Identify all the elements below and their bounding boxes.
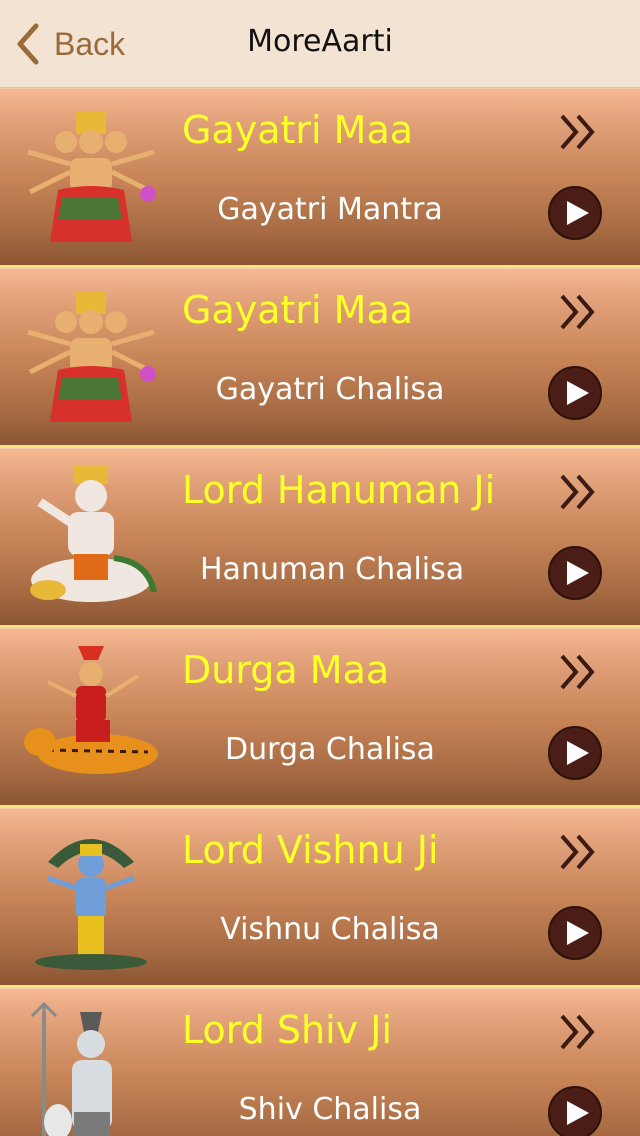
song-title: Hanuman Chalisa: [200, 552, 465, 587]
play-button[interactable]: [548, 186, 602, 240]
hanuman-image: [18, 462, 164, 612]
deity-name: Durga Maa: [182, 648, 390, 692]
double-chevron-right-icon[interactable]: [556, 1010, 600, 1054]
play-button[interactable]: [548, 726, 602, 780]
play-button[interactable]: [548, 366, 602, 420]
deity-name: Lord Hanuman Ji: [182, 468, 496, 512]
play-button[interactable]: [548, 906, 602, 960]
vishnu-image: [18, 822, 164, 972]
page-title: MoreAarti: [247, 24, 393, 59]
durga-image: [18, 642, 164, 792]
list-item[interactable]: Lord Shiv Ji Shiv Chalisa: [0, 988, 640, 1136]
play-icon: [567, 561, 589, 585]
deity-name: Lord Shiv Ji: [182, 1008, 393, 1052]
song-title: Gayatri Chalisa: [215, 372, 445, 407]
song-title: Durga Chalisa: [225, 732, 435, 767]
list-item[interactable]: Lord Vishnu Ji Vishnu Chalisa: [0, 808, 640, 988]
song-title: Vishnu Chalisa: [220, 912, 440, 947]
gayatri-image: [18, 282, 164, 432]
double-chevron-right-icon[interactable]: [556, 650, 600, 694]
deity-name: Gayatri Maa: [182, 288, 414, 332]
shiv-image: [18, 1001, 164, 1136]
play-button[interactable]: [548, 546, 602, 600]
double-chevron-right-icon[interactable]: [556, 110, 600, 154]
double-chevron-right-icon[interactable]: [556, 290, 600, 334]
play-icon: [567, 381, 589, 405]
song-title: Gayatri Mantra: [217, 192, 443, 227]
deity-name: Lord Vishnu Ji: [182, 828, 439, 872]
list-item[interactable]: Lord Hanuman Ji Hanuman Chalisa: [0, 448, 640, 628]
navigation-bar: Back MoreAarti: [0, 0, 640, 88]
double-chevron-right-icon[interactable]: [556, 470, 600, 514]
double-chevron-right-icon[interactable]: [556, 830, 600, 874]
gayatri-image: [18, 102, 164, 252]
play-icon: [567, 201, 589, 225]
play-icon: [567, 1101, 589, 1125]
list-item[interactable]: Gayatri Maa Gayatri Chalisa: [0, 268, 640, 448]
list-item[interactable]: Durga Maa Durga Chalisa: [0, 628, 640, 808]
aarti-list: Gayatri Maa Gayatri Mantra Gayatri Maa G…: [0, 88, 640, 1136]
deity-name: Gayatri Maa: [182, 108, 414, 152]
play-icon: [567, 741, 589, 765]
play-icon: [567, 921, 589, 945]
song-title: Shiv Chalisa: [238, 1092, 422, 1127]
play-button[interactable]: [548, 1086, 602, 1136]
list-item[interactable]: Gayatri Maa Gayatri Mantra: [0, 88, 640, 268]
